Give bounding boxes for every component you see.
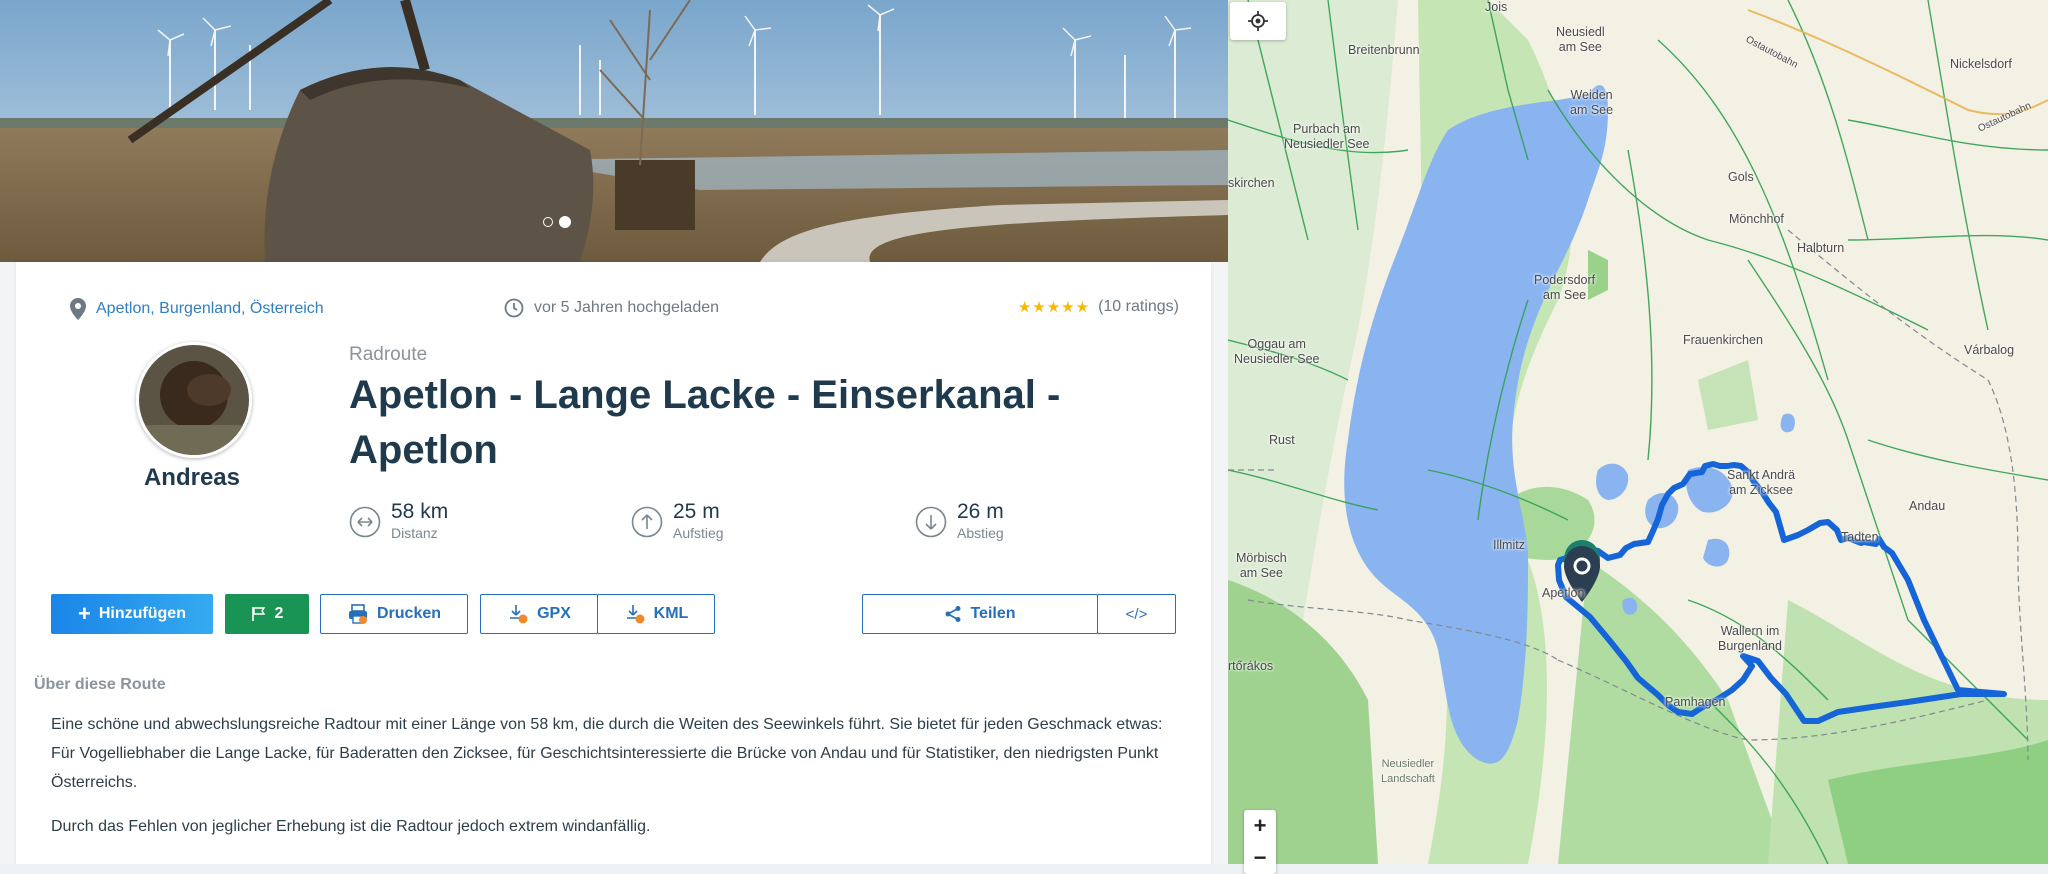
upload-info: vor 5 Jahren hochgeladen — [504, 298, 719, 318]
add-button[interactable]: + Hinzufügen — [51, 594, 213, 634]
share-button-label: Teilen — [970, 605, 1016, 622]
stat-distance: 58 km Distanz — [349, 500, 448, 542]
avatar[interactable] — [136, 342, 252, 458]
download-kml-icon — [626, 605, 645, 624]
route-map[interactable]: Jois Neusiedl am See Breitenbrunn Weiden… — [1228, 0, 2048, 864]
ascent-icon — [631, 506, 663, 538]
map-label-oggau: Oggau am Neusiedler See — [1234, 337, 1320, 366]
route-detail-panel: Apetlon, Burgenland, Österreich vor 5 Ja… — [0, 0, 1228, 864]
ascent-value: 25 m — [673, 500, 720, 523]
map-label-rust: Rust — [1269, 433, 1295, 447]
map-label-kirchen: skirchen — [1228, 176, 1275, 190]
map-label-varbalog: Várbalog — [1964, 343, 2015, 357]
upload-text: vor 5 Jahren hochgeladen — [534, 299, 720, 316]
star-rating-icon: ★★★★★ — [1017, 299, 1091, 316]
location-text[interactable]: Apetlon, Burgenland, Österreich — [96, 300, 324, 318]
map-label-moenchhof: Mönchhof — [1729, 212, 1784, 226]
map-label-frauenkirchen: Frauenkirchen — [1683, 333, 1763, 347]
zoom-control: + − — [1244, 810, 1276, 874]
route-info-card: Apetlon, Burgenland, Österreich vor 5 Ja… — [16, 262, 1211, 864]
zoom-out-button[interactable]: − — [1244, 842, 1276, 874]
embed-button[interactable]: </> — [1097, 594, 1176, 634]
map-label-fertorakos: rtőrákos — [1228, 659, 1274, 673]
printer-icon — [348, 604, 367, 624]
print-button[interactable]: Drucken — [320, 594, 468, 634]
map-label-pamhagen: Pamhagen — [1665, 695, 1726, 709]
author-name[interactable]: Andreas — [106, 464, 278, 492]
locate-button[interactable] — [1230, 2, 1286, 40]
hero-photo[interactable] — [0, 0, 1228, 262]
distance-value: 58 km — [391, 500, 449, 523]
avatar-image — [139, 345, 249, 455]
meta-row: Apetlon, Burgenland, Österreich vor 5 Ja… — [16, 298, 1211, 322]
map-label-moerbisch: Mörbisch am See — [1236, 551, 1287, 580]
map-label-neusiedl: Neusiedl am See — [1556, 25, 1605, 54]
map-label-illmitz: Illmitz — [1493, 538, 1525, 552]
flag-count: 2 — [274, 605, 284, 622]
distance-label: Distanz — [391, 525, 438, 541]
map-label-andau: Andau — [1909, 499, 1946, 513]
action-bar: + Hinzufügen 2 Drucken GPX KML Teilen </… — [16, 594, 1211, 636]
page-title: Apetlon - Lange Lacke - Einserkanal - Ap… — [349, 373, 1061, 472]
route-type: Radroute — [349, 344, 428, 365]
route-stats: 58 km Distanz 25 m Aufstieg 26 m Abstieg — [349, 500, 1069, 550]
share-button[interactable]: Teilen — [862, 594, 1098, 634]
description-paragraph-2: Durch das Fehlen von jeglicher Erhebung … — [51, 818, 651, 835]
description-paragraph-1: Eine schöne und abwechslungsreiche Radto… — [51, 716, 1163, 791]
flag-icon — [251, 607, 265, 621]
rating-count: (10 ratings) — [1098, 298, 1179, 315]
kml-download-button[interactable]: KML — [597, 594, 715, 634]
location-link[interactable]: Apetlon, Burgenland, Österreich — [70, 298, 324, 320]
ascent-label: Aufstieg — [673, 525, 724, 541]
map-label-apetlon: Apetlon — [1542, 586, 1585, 600]
map-label-gols: Gols — [1728, 170, 1754, 184]
rating[interactable]: ★★★★★ (10 ratings) — [1018, 298, 1179, 316]
descent-label: Abstieg — [957, 525, 1004, 541]
crosshair-icon — [1248, 11, 1268, 31]
zoom-in-button[interactable]: + — [1244, 810, 1276, 842]
stat-descent: 26 m Abstieg — [915, 500, 1004, 542]
slide-dot-2[interactable] — [559, 216, 571, 228]
print-button-label: Drucken — [376, 605, 442, 622]
location-pin-icon — [70, 298, 86, 320]
hero-image — [0, 0, 1228, 262]
slide-indicator — [543, 216, 571, 228]
stat-ascent: 25 m Aufstieg — [631, 500, 724, 542]
gpx-download-button[interactable]: GPX — [480, 594, 598, 634]
plus-icon: + — [78, 601, 91, 626]
slide-dot-1[interactable] — [543, 217, 553, 227]
map-label-tadten: Tadten — [1841, 530, 1879, 544]
map-label-halbturn: Halbturn — [1797, 241, 1845, 255]
clock-icon — [504, 298, 524, 318]
map-label-breitenbrunn: Breitenbrunn — [1348, 43, 1420, 57]
descent-icon — [915, 506, 947, 538]
code-icon: </> — [1125, 605, 1148, 623]
flag-button[interactable]: 2 — [225, 594, 309, 634]
map-label-sankt-andrae: Sankt Andrä am Zicksee — [1727, 468, 1796, 497]
add-button-label: Hinzufügen — [98, 605, 186, 622]
about-heading: Über diese Route — [34, 676, 166, 693]
distance-icon — [349, 506, 381, 538]
share-icon — [945, 606, 961, 622]
map-label-neusiedler-landschaft: Neusiedler Landschaft — [1381, 758, 1435, 785]
map-label-podersdorf: Podersdorf am See — [1534, 273, 1596, 302]
map-label-wallern: Wallern im Burgenland — [1718, 624, 1782, 653]
map-label-nickelsdorf: Nickelsdorf — [1950, 57, 2012, 71]
map-label-jois: Jois — [1485, 0, 1508, 14]
kml-button-label: KML — [653, 605, 689, 622]
map-label-weiden: Weiden am See — [1570, 88, 1614, 117]
map-label-purbach: Purbach am Neusiedler See — [1284, 122, 1370, 151]
download-gpx-icon — [510, 605, 528, 624]
route-description: Eine schöne und abwechslungsreiche Radto… — [51, 710, 1186, 856]
descent-value: 26 m — [957, 500, 1004, 523]
gpx-button-label: GPX — [537, 605, 571, 622]
